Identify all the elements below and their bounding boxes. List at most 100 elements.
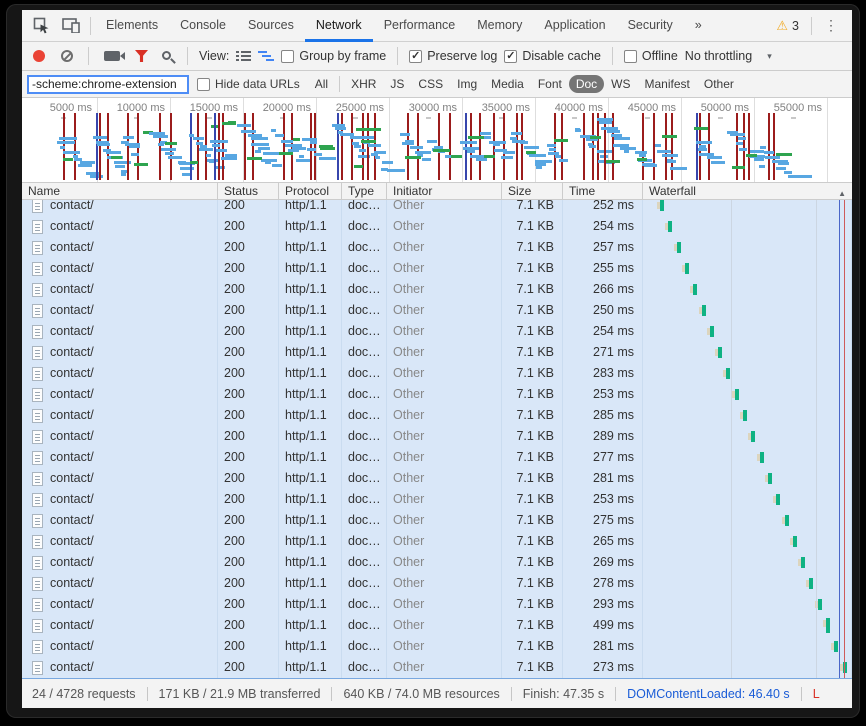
filter-xhr[interactable]: XHR [344,75,383,93]
table-row[interactable]: contact/200http/1.1doc…Other7.1 KB499 ms [22,615,852,636]
hide-data-urls-box[interactable] [197,78,210,91]
overview-event-line [449,113,451,180]
tab-sources[interactable]: Sources [237,10,305,42]
filter-doc[interactable]: Doc [569,75,604,93]
filter-input[interactable] [27,75,189,94]
waterfall-bar [660,200,664,211]
table-row[interactable]: contact/200http/1.1doc…Other7.1 KB281 ms [22,468,852,489]
kebab-menu-icon[interactable]: ⋮ [816,17,846,34]
table-row[interactable]: contact/200http/1.1doc…Other7.1 KB285 ms [22,405,852,426]
overview-request-bar [511,132,522,135]
status-cell: 200 [218,258,279,279]
filter-manifest[interactable]: Manifest [638,75,697,93]
waterfall-bar [743,410,747,421]
size-cell: 7.1 KB [502,405,563,426]
tab-application[interactable]: Application [533,10,616,42]
table-row[interactable]: contact/200http/1.1doc…Other7.1 KB265 ms [22,531,852,552]
filter-img[interactable]: Img [450,75,484,93]
large-rows-icon[interactable] [236,50,251,62]
group-by-frame-box[interactable] [281,50,294,63]
offline-box[interactable] [624,50,637,63]
table-row[interactable]: contact/200http/1.1doc…Other7.1 KB278 ms [22,573,852,594]
column-header-waterfall[interactable]: Waterfall▲ [643,183,852,199]
warning-icon[interactable]: ⚠ [776,18,788,34]
overview-request-bar [667,160,676,163]
toolbar-separator-2 [187,47,188,65]
clear-icon[interactable] [61,50,73,62]
preserve-log-checkbox[interactable]: ✓ Preserve log [409,49,497,63]
column-header-time[interactable]: Time [563,183,643,199]
table-row[interactable]: contact/200http/1.1doc…Other7.1 KB289 ms [22,426,852,447]
record-button[interactable] [33,50,45,62]
time-cell: 269 ms [563,552,643,573]
tab-memory[interactable]: Memory [466,10,533,42]
timeline-overview[interactable]: 5000 ms10000 ms15000 ms20000 ms25000 ms3… [22,98,852,183]
table-row[interactable]: contact/200http/1.1doc…Other7.1 KB273 ms [22,657,852,678]
tab-performance[interactable]: Performance [373,10,467,42]
column-header-name[interactable]: Name [22,183,218,199]
table-row[interactable]: contact/200http/1.1doc…Other7.1 KB254 ms [22,321,852,342]
table-row[interactable]: contact/200http/1.1doc…Other7.1 KB254 ms [22,216,852,237]
filter-media[interactable]: Media [484,75,531,93]
table-row[interactable]: contact/200http/1.1doc…Other7.1 KB253 ms [22,384,852,405]
device-toolbar-icon[interactable] [60,15,82,37]
table-row[interactable]: contact/200http/1.1doc…Other7.1 KB253 ms [22,489,852,510]
throttling-dropdown[interactable]: No throttling ▾ [685,49,772,63]
offline-checkbox[interactable]: Offline [624,49,678,63]
overview-request-bar [520,141,528,144]
filter-all[interactable]: All [308,75,335,93]
table-row[interactable]: contact/200http/1.1doc…Other7.1 KB269 ms [22,552,852,573]
filter-other[interactable]: Other [697,75,741,93]
tab-network[interactable]: Network [305,10,373,42]
table-row[interactable]: contact/200http/1.1doc…Other7.1 KB283 ms [22,363,852,384]
column-header-status[interactable]: Status [218,183,279,199]
disable-cache-label: Disable cache [522,49,601,63]
screenshot-camera-icon[interactable] [104,51,120,61]
column-header-initiator[interactable]: Initiator [387,183,502,199]
table-row[interactable]: contact/200http/1.1doc…Other7.1 KB252 ms [22,200,852,216]
disable-cache-checkbox[interactable]: ✓ Disable cache [504,49,601,63]
table-row[interactable]: contact/200http/1.1doc…Other7.1 KB250 ms [22,300,852,321]
inspect-element-icon[interactable] [30,15,52,37]
table-row[interactable]: contact/200http/1.1doc…Other7.1 KB271 ms [22,342,852,363]
name-cell: contact/ [22,363,218,384]
filter-css[interactable]: CSS [411,75,450,93]
disable-cache-box[interactable]: ✓ [504,50,517,63]
table-row[interactable]: contact/200http/1.1doc…Other7.1 KB257 ms [22,237,852,258]
waterfall-bar [726,368,730,379]
more-tabs-button[interactable]: » [684,10,713,42]
show-overview-icon[interactable] [258,50,274,62]
tab-security[interactable]: Security [617,10,684,42]
throttling-value: No throttling [685,49,752,63]
table-row[interactable]: contact/200http/1.1doc…Other7.1 KB281 ms [22,636,852,657]
table-row[interactable]: contact/200http/1.1doc…Other7.1 KB255 ms [22,258,852,279]
table-row[interactable]: contact/200http/1.1doc…Other7.1 KB266 ms [22,279,852,300]
column-header-protocol[interactable]: Protocol [279,183,342,199]
waterfall-cell [643,279,852,300]
filter-funnel-icon[interactable] [135,50,148,62]
table-row[interactable]: contact/200http/1.1doc…Other7.1 KB293 ms [22,594,852,615]
table-row[interactable]: contact/200http/1.1doc…Other7.1 KB275 ms [22,510,852,531]
warning-count[interactable]: 3 [792,19,799,33]
table-row[interactable]: contact/200http/1.1doc…Other7.1 KB277 ms [22,447,852,468]
filter-font[interactable]: Font [531,75,569,93]
name-cell: contact/ [22,237,218,258]
group-by-frame-checkbox[interactable]: Group by frame [281,49,386,63]
request-name: contact/ [50,573,94,594]
search-icon[interactable] [162,51,171,60]
tab-console[interactable]: Console [169,10,237,42]
hide-data-urls-checkbox[interactable]: Hide data URLs [197,77,300,91]
overview-request-bar [624,150,629,153]
requests-rows: contact/200http/1.1doc…Other7.1 KB252 ms… [22,200,852,678]
preserve-log-box[interactable]: ✓ [409,50,422,63]
overview-request-bar [662,135,677,138]
filter-js[interactable]: JS [383,75,411,93]
filter-ws[interactable]: WS [604,75,637,93]
request-name: contact/ [50,237,94,258]
column-header-type[interactable]: Type [342,183,387,199]
document-icon [32,220,43,234]
tab-elements[interactable]: Elements [95,10,169,42]
waterfall-bar [776,494,780,505]
column-header-size[interactable]: Size [502,183,563,199]
waterfall-cell [643,468,852,489]
